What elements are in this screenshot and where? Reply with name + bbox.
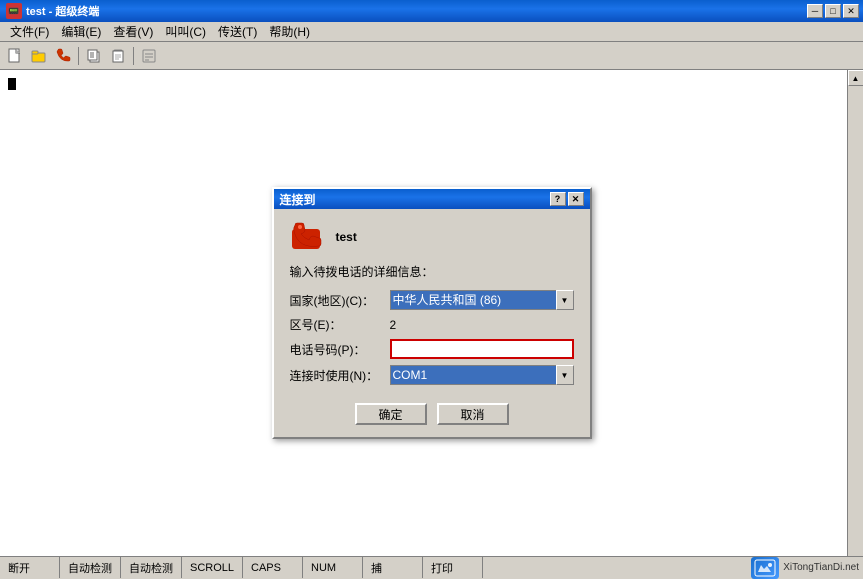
dialog-title: 连接到 [280,191,316,208]
toolbar [0,42,863,70]
title-bar-left: 📟 test - 超级终端 [6,3,99,19]
main-content: ▲ ▼ 连接到 ? ✕ [0,70,863,578]
country-select[interactable]: 中华人民共和国 (86) [390,290,574,310]
dialog-icon-row: test [290,221,574,253]
dialog-close-button[interactable]: ✕ [568,192,584,206]
area-code-value: 2 [390,318,397,332]
autodetect-status2: 自动检测 [121,557,182,578]
app-icon: 📟 [6,3,22,19]
status-bar: 断开 自动检测 自动检测 SCROLL CAPS NUM 捕 打印 XiTong… [0,556,863,578]
dialog-help-button[interactable]: ? [550,192,566,206]
watermark-logo-icon [751,557,779,579]
country-row: 国家(地区)(C)： 中华人民共和国 (86) ▼ [290,290,574,310]
minimize-button[interactable]: ─ [807,4,823,18]
cancel-button[interactable]: 取消 [437,403,509,425]
menu-edit[interactable]: 编辑(E) [55,22,107,41]
connect-dialog: 连接到 ? ✕ [272,187,592,439]
country-label: 国家(地区)(C)： [290,292,390,309]
dialog-buttons: 确定 取消 [290,397,574,425]
main-window: 📟 test - 超级终端 ─ □ ✕ 文件(F) 编辑(E) 查看(V) 叫叫… [0,0,863,578]
phone-label: 电话号码(P)： [290,341,390,358]
capture-status: 捕 [363,557,423,578]
phone-button[interactable] [52,45,74,67]
window-title: test - 超级终端 [26,3,99,19]
connection-label: 连接时使用(N)： [290,367,390,384]
country-select-wrapper: 中华人民共和国 (86) ▼ [390,290,574,310]
maximize-button[interactable]: □ [825,4,841,18]
title-bar-buttons: ─ □ ✕ [807,4,859,18]
print-status: 打印 [423,557,483,578]
menu-view[interactable]: 查看(V) [107,22,159,41]
watermark-text: XiTongTianDi.net [783,562,859,573]
num-status: NUM [303,557,363,578]
connection-select-wrapper: COM1 ▼ [390,365,574,385]
phone-row: 电话号码(P)： [290,339,574,359]
menu-transfer[interactable]: 传送(T) [212,22,263,41]
country-select-arrow[interactable]: ▼ [556,290,574,310]
cursor [8,78,16,90]
caps-status: CAPS [243,557,303,578]
area-code-row: 区号(E)： 2 [290,316,574,333]
connection-select-arrow[interactable]: ▼ [556,365,574,385]
scroll-up-button[interactable]: ▲ [848,70,863,86]
connection-select[interactable]: COM1 [390,365,574,385]
dialog-titlebar: 连接到 ? ✕ [274,189,590,209]
watermark: XiTongTianDi.net [751,557,859,579]
properties-button[interactable] [138,45,160,67]
disconnect-status: 断开 [0,557,60,578]
phone-number-input[interactable] [390,339,574,359]
title-bar: 📟 test - 超级终端 ─ □ ✕ [0,0,863,22]
scroll-status: SCROLL [182,557,243,578]
dialog-description: 输入待拨电话的详细信息： [290,263,574,280]
area-code-label: 区号(E)： [290,316,390,333]
toolbar-sep1 [78,47,79,65]
autodetect-status1: 自动检测 [60,557,121,578]
scroll-track[interactable] [848,86,863,562]
close-button[interactable]: ✕ [843,4,859,18]
paste-button[interactable] [107,45,129,67]
dialog-titlebar-buttons: ? ✕ [550,192,584,206]
ok-button[interactable]: 确定 [355,403,427,425]
menu-bar: 文件(F) 编辑(E) 查看(V) 叫叫(C) 传送(T) 帮助(H) [0,22,863,42]
open-file-button[interactable] [28,45,50,67]
connection-row: 连接时使用(N)： COM1 ▼ [290,365,574,385]
copy-button[interactable] [83,45,105,67]
status-right: XiTongTianDi.net [751,557,863,579]
toolbar-sep2 [133,47,134,65]
menu-file[interactable]: 文件(F) [4,22,55,41]
menu-call[interactable]: 叫叫(C) [159,22,212,41]
new-document-button[interactable] [4,45,26,67]
menu-help[interactable]: 帮助(H) [263,22,316,41]
scrollbar-right[interactable]: ▲ ▼ [847,70,863,578]
dialog-connection-name: test [336,230,357,244]
dialog-phone-icon [290,221,326,253]
dialog-content: test 输入待拨电话的详细信息： 国家(地区)(C)： 中华人民共和国 (86… [274,209,590,437]
